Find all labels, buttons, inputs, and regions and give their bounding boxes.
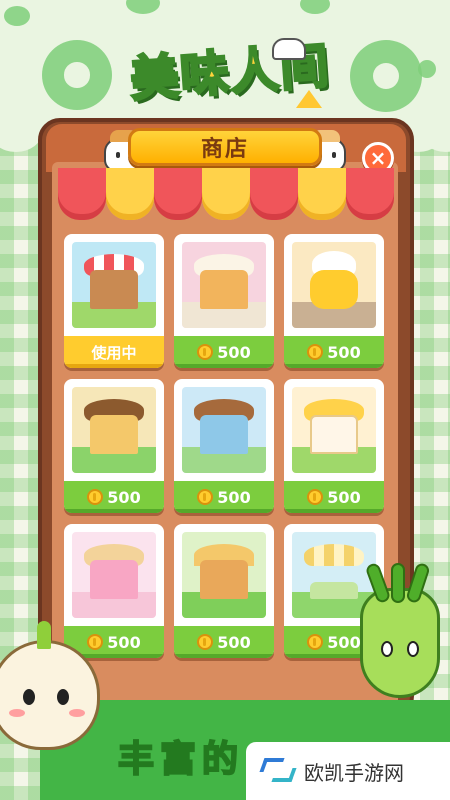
price-label: 500 [107,487,141,507]
coin-icon [197,489,214,505]
chef-hat-icon [272,38,306,60]
shop-item-tent-garden[interactable]: 500 [174,524,274,658]
watermark: 欧凯手游网 [246,742,450,800]
chick-car-thumbnail [292,242,376,328]
awning-stripe [346,168,394,220]
coin-icon [197,344,214,360]
coin-icon [87,634,104,650]
price-button[interactable]: 500 [174,481,274,513]
price-label: 500 [217,487,251,507]
market-stall-thumbnail [72,242,156,328]
in-use-label: 使用中 [91,343,137,362]
shop-item-chick-car[interactable]: 500 [284,234,384,368]
shop-awning [58,168,394,220]
shop-item-tree-house[interactable]: 500 [64,379,164,513]
shop-item-cake-house[interactable]: 500 [174,234,274,368]
awning-stripe [250,168,298,220]
shop-title: 商店 [200,137,249,162]
decor-plate-icon [42,40,112,110]
coin-icon [307,489,324,505]
decor-blob [4,6,30,26]
shop-title-bar: 商店 [128,128,322,166]
awning-stripe [154,168,202,220]
awning-stripe [106,168,154,220]
price-button[interactable]: 500 [174,336,274,368]
price-button[interactable]: 500 [64,481,164,513]
coin-icon [87,489,104,505]
onion-character-icon [0,621,100,750]
tent-garden-thumbnail [182,532,266,618]
coin-icon [307,344,324,360]
coin-icon [307,634,324,650]
header-scallop [0,112,42,152]
decor-blob [418,60,436,78]
close-icon: × [369,146,387,170]
shop-item-grid: 使用中 500 500 500 500 500 500 500 500 [64,234,386,658]
shop-item-market-stall[interactable]: 使用中 [64,234,164,368]
shop-item-bus-house[interactable]: 500 [174,379,274,513]
awning-stripe [298,168,346,220]
castle-house-thumbnail [292,387,376,473]
tree-house-thumbnail [72,387,156,473]
watermark-logo-icon [259,756,297,786]
awning-stripe [58,168,106,220]
coin-icon [197,634,214,650]
watermark-text: 欧凯手游网 [304,760,404,785]
leek-character-icon [360,561,440,698]
decor-plate-icon [350,40,422,112]
price-label: 500 [107,632,141,652]
price-label: 500 [327,632,361,652]
bus-house-thumbnail [182,387,266,473]
banner-text: 丰富的 [117,738,245,781]
awning-stripe [202,168,250,220]
candy-house-thumbnail [72,532,156,618]
game-logo: 美味人间 [120,28,340,110]
price-button[interactable]: 500 [284,481,384,513]
price-label: 500 [327,342,361,362]
price-label: 500 [217,632,251,652]
price-label: 500 [217,342,251,362]
price-label: 500 [327,487,361,507]
shop-item-candy-house[interactable]: 500 [64,524,164,658]
cake-house-thumbnail [182,242,266,328]
price-button[interactable]: 500 [174,626,274,658]
price-button[interactable]: 500 [284,336,384,368]
logo-text: 美味人间 [127,37,333,110]
in-use-badge: 使用中 [64,336,164,368]
shop-item-castle-house[interactable]: 500 [284,379,384,513]
